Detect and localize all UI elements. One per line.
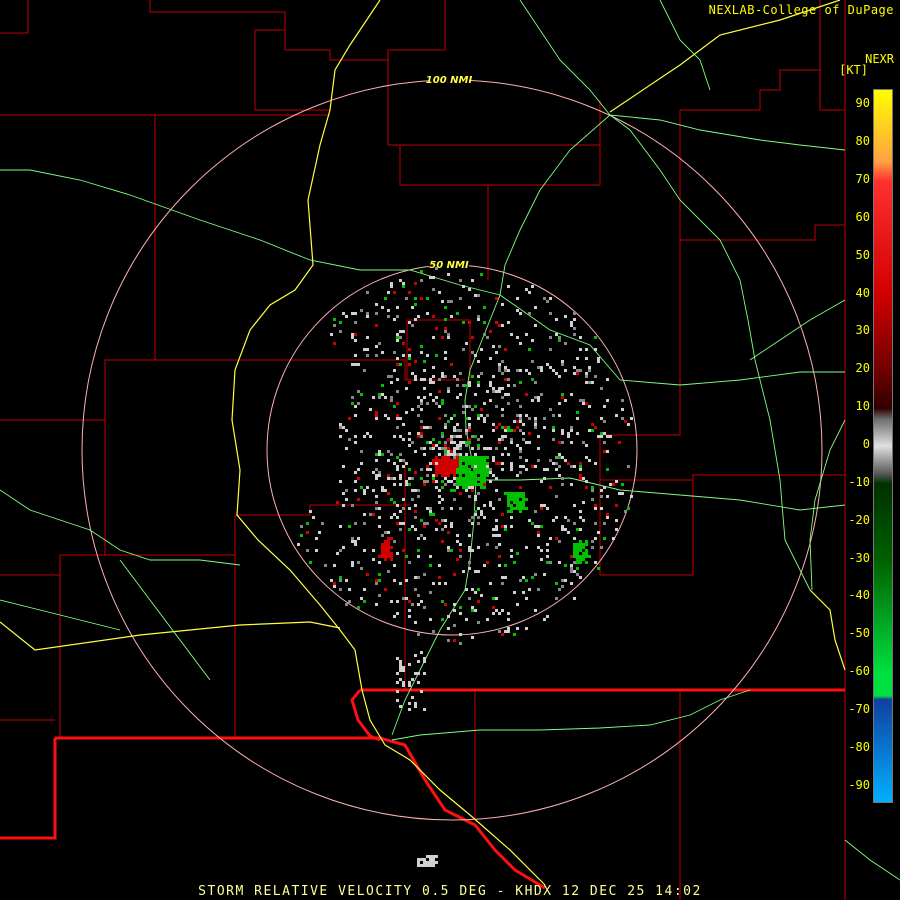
scale-tick: -50 [848, 626, 870, 641]
radar-map: 100 NMI50 NMI [0, 0, 900, 900]
scale-tick: 70 [855, 171, 870, 186]
scale-tick: 30 [855, 323, 870, 338]
scale-tick: 50 [855, 247, 870, 262]
scale-tick: 40 [855, 285, 870, 300]
product-code: NEXR [865, 52, 894, 66]
product-caption: STORM RELATIVE VELOCITY 0.5 DEG - KHDX 1… [198, 884, 702, 899]
scale-tick: 90 [855, 96, 870, 111]
scale-tick: -20 [848, 512, 870, 527]
scale-tick: -40 [848, 588, 870, 603]
scale-tick: -90 [848, 777, 870, 792]
velocity-color-scale [873, 89, 893, 803]
scale-tick: 20 [855, 361, 870, 376]
scale-tick: -80 [848, 739, 870, 754]
scale-tick: -70 [848, 702, 870, 717]
units-label: [KT] [839, 63, 868, 77]
scale-tick: 10 [855, 399, 870, 414]
scale-tick: -60 [848, 664, 870, 679]
credit-text: NEXLAB-College of DuPage [708, 3, 894, 17]
scale-tick: 80 [855, 134, 870, 149]
scale-tick: -30 [848, 550, 870, 565]
scale-tick: 0 [862, 437, 870, 451]
range-ring-label: 100 NMI [426, 75, 473, 86]
scale-tick: 60 [855, 209, 870, 224]
scale-tick: -10 [848, 474, 870, 489]
